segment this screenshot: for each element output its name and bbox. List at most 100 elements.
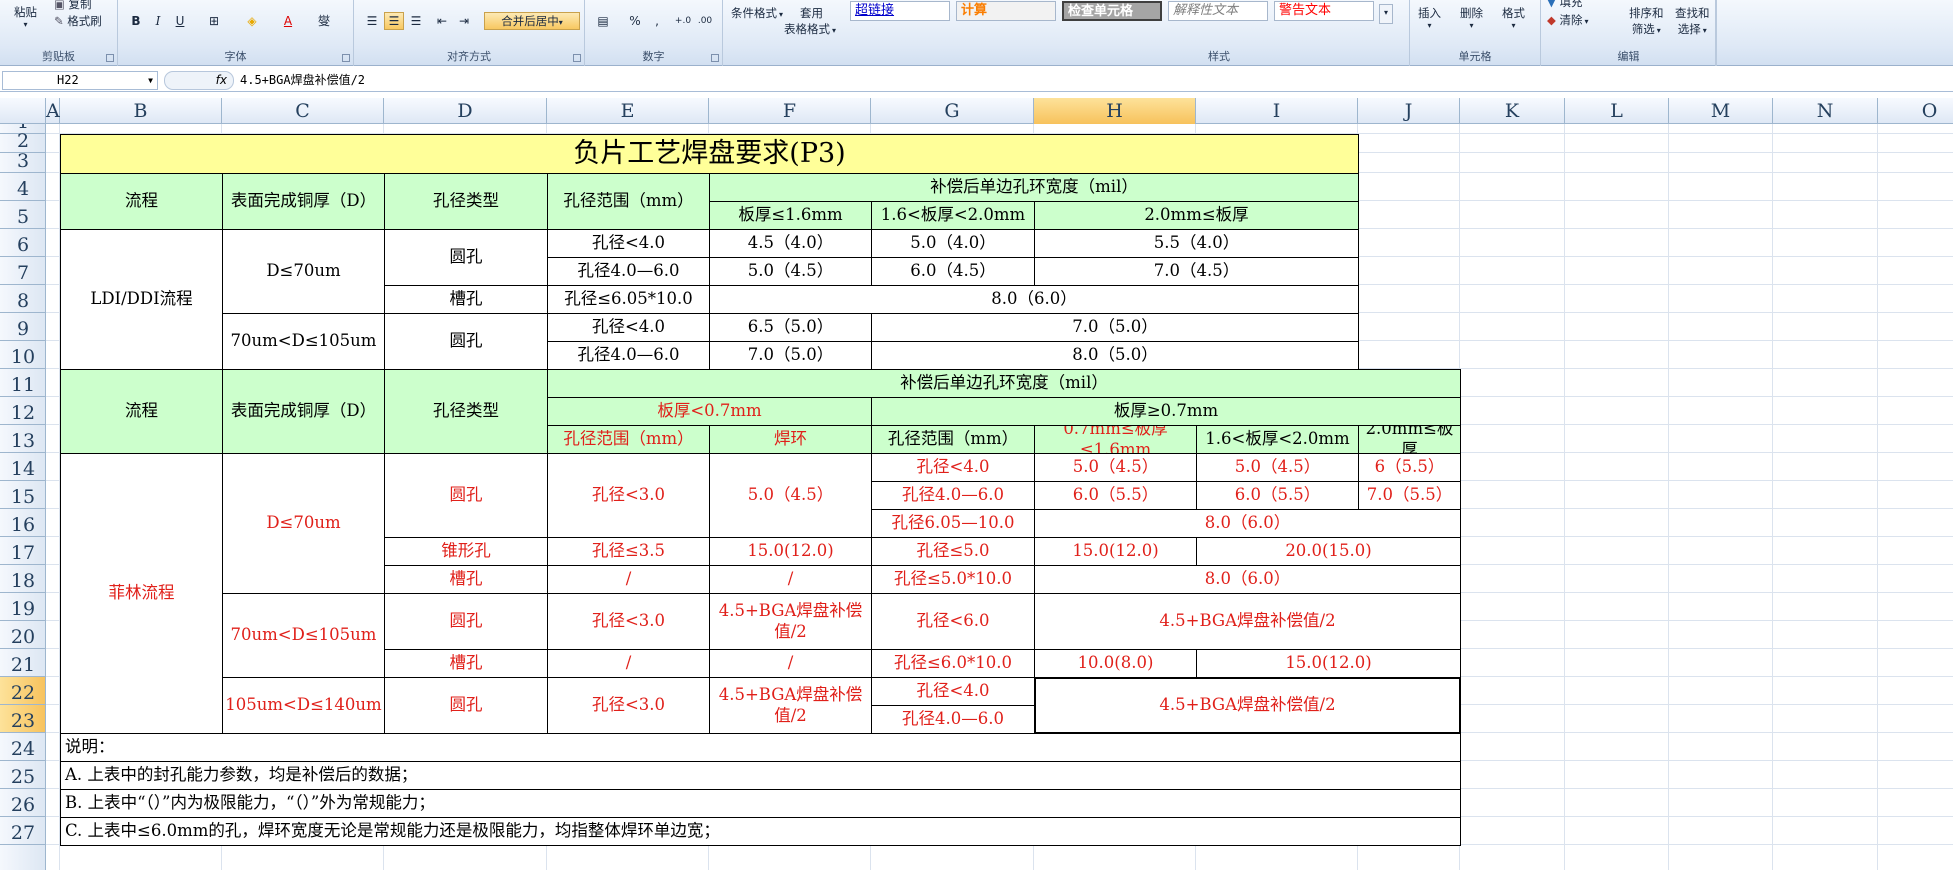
table-cell[interactable]: 6.5（5.0） (709, 313, 872, 342)
clipboard-dialog-launcher[interactable] (106, 54, 114, 62)
hole-cone[interactable]: 锥形孔 (384, 537, 548, 566)
table-cell[interactable]: 孔径≤3.5 (547, 537, 710, 566)
header-thickness-2[interactable]: 1.6<板厚<2.0mm (871, 201, 1035, 230)
flow-ldi[interactable]: LDI/DDI流程 (60, 229, 223, 370)
table-cell[interactable]: 8.0（6.0） (1034, 509, 1461, 538)
hole-round[interactable]: 圆孔 (384, 229, 548, 286)
header-pad[interactable]: 焊环 (709, 425, 872, 454)
column-header-m[interactable]: M (1669, 98, 1773, 124)
note-line[interactable]: C. 上表中≤6.0mm的孔，焊环宽度无论是常规能力还是极限能力，均指整体焊环单… (60, 817, 1461, 846)
column-header-j[interactable]: J (1358, 98, 1460, 124)
row-header-22[interactable]: 22 (0, 677, 45, 705)
row-header-12[interactable]: 12 (0, 397, 45, 425)
clear-button[interactable]: ◆ 清除 ▾ (1547, 12, 1589, 28)
row-header-6[interactable]: 6 (0, 229, 45, 257)
row-header-8[interactable]: 8 (0, 285, 45, 313)
underline-button[interactable]: U (170, 12, 190, 30)
header-hole-range[interactable]: 孔径范围（mm） (547, 173, 710, 230)
table-cell[interactable]: 5.5（4.0） (1034, 229, 1359, 258)
increase-decimal-button[interactable]: +.0 (673, 12, 693, 30)
column-header-g[interactable]: G (871, 98, 1034, 124)
table-cell[interactable]: 15.0(12.0) (1034, 537, 1197, 566)
row-header-5[interactable]: 5 (0, 201, 45, 229)
table-cell[interactable]: 4.5+BGA焊盘补偿值/2 (709, 677, 872, 734)
comma-button[interactable]: , (647, 12, 667, 30)
table-cell[interactable]: 孔径<3.0 (547, 677, 710, 734)
hole-round[interactable]: 圆孔 (384, 313, 548, 370)
column-header-n[interactable]: N (1773, 98, 1878, 124)
hole-slot[interactable]: 槽孔 (384, 649, 548, 678)
table-cell[interactable]: 孔径<4.0 (871, 453, 1035, 482)
paste-button[interactable]: 粘贴 ▾ (14, 4, 37, 29)
table-cell[interactable]: 4.5+BGA焊盘补偿值/2 (1034, 593, 1461, 650)
table-cell[interactable]: 5.0（4.5） (709, 257, 872, 286)
align-center-icon[interactable]: ☰ (384, 12, 404, 30)
row-header-21[interactable]: 21 (0, 649, 45, 677)
row-header-20[interactable]: 20 (0, 621, 45, 649)
accounting-format-button[interactable]: ▤ (593, 12, 613, 30)
copper-3[interactable]: 105um<D≤140um (222, 677, 385, 734)
styles-more-icon[interactable]: ▾ (1379, 4, 1393, 24)
italic-button[interactable]: I (148, 12, 168, 30)
column-header-c[interactable]: C (222, 98, 384, 124)
table-cell[interactable]: 8.0（5.0） (871, 341, 1359, 370)
table-cell[interactable]: 15.0(12.0) (1196, 649, 1461, 678)
table-cell[interactable]: 孔径4.0—6.0 (871, 705, 1035, 734)
column-header-o[interactable]: O (1878, 98, 1953, 124)
header-hole-range[interactable]: 孔径范围（mm） (871, 425, 1035, 454)
chevron-down-icon[interactable]: ▼ (148, 72, 153, 89)
style-warning-text[interactable]: 警告文本 (1274, 1, 1374, 21)
row-header-26[interactable]: 26 (0, 789, 45, 817)
decrease-decimal-button[interactable]: .00 (695, 12, 715, 30)
table-cell[interactable]: 孔径4.0—6.0 (547, 257, 710, 286)
header-thickness-1[interactable]: 0.7mm≤板厚≤1.6mm (1034, 425, 1197, 454)
table-cell[interactable]: 孔径<4.0 (871, 677, 1035, 706)
table-cell[interactable]: 7.0（5.5） (1358, 481, 1461, 510)
row-header-7[interactable]: 7 (0, 257, 45, 285)
fill-button[interactable]: ▼ 填充 (1547, 0, 1583, 10)
row-header-19[interactable]: 19 (0, 593, 45, 621)
percent-button[interactable]: % (625, 12, 645, 30)
table-cell[interactable]: 孔径<4.0 (547, 313, 710, 342)
delete-button[interactable]: 删除 ▾ (1460, 5, 1483, 30)
note-line[interactable]: B. 上表中“（）”内为极限能力，“（）”外为常规能力； (60, 789, 1461, 818)
column-header-e[interactable]: E (547, 98, 709, 124)
row-header-11[interactable]: 11 (0, 369, 45, 397)
fill-color-button[interactable]: ◈ (242, 12, 262, 30)
style-explanatory-text[interactable]: 解释性文本 (1168, 1, 1268, 21)
insert-function-button[interactable]: fx (164, 71, 234, 90)
hole-round[interactable]: 圆孔 (384, 677, 548, 734)
column-header-l[interactable]: L (1565, 98, 1669, 124)
decrease-indent-icon[interactable]: ⇤ (432, 12, 452, 30)
table-cell[interactable]: 10.0(8.0) (1034, 649, 1197, 678)
name-box[interactable]: H22 ▼ (2, 71, 158, 90)
table-cell[interactable]: 孔径≤5.0*10.0 (871, 565, 1035, 594)
table-cell[interactable]: / (709, 649, 872, 678)
column-header-f[interactable]: F (709, 98, 871, 124)
table-cell[interactable]: 5.0（4.5） (709, 453, 872, 538)
table-cell[interactable]: / (709, 565, 872, 594)
copy-button[interactable]: ▣ 复制 (54, 0, 92, 12)
header-flow[interactable]: 流程 (60, 173, 223, 230)
sort-filter-button[interactable]: 排序和 筛选 ▾ (1629, 5, 1664, 37)
row-header-3[interactable]: 3 (0, 150, 45, 173)
column-header-b[interactable]: B (60, 98, 222, 124)
note-line[interactable]: 说明： (60, 733, 1461, 762)
row-header-25[interactable]: 25 (0, 761, 45, 789)
note-line[interactable]: A. 上表中的封孔能力参数，均是补偿后的数据； (60, 761, 1461, 790)
border-button[interactable]: ⊞ (204, 12, 224, 30)
copper-2[interactable]: 70um<D≤105um (222, 313, 385, 370)
table-cell[interactable]: 孔径<3.0 (547, 593, 710, 650)
table-cell[interactable]: 8.0（6.0） (1034, 565, 1461, 594)
number-dialog-launcher[interactable] (711, 54, 719, 62)
table-cell[interactable]: / (547, 565, 710, 594)
table-cell[interactable]: 孔径≤6.0*10.0 (871, 649, 1035, 678)
style-check-cell[interactable]: 检查单元格 (1062, 1, 1162, 21)
table-cell[interactable]: 4.5+BGA焊盘补偿值/2 (709, 593, 872, 650)
phonetic-button[interactable]: 燮 (314, 12, 334, 30)
merge-center-button[interactable]: 合并后居中▾ (484, 12, 580, 30)
column-header-a[interactable]: A (46, 98, 60, 124)
hole-slot[interactable]: 槽孔 (384, 285, 548, 314)
header-thickness-1[interactable]: 板厚≤1.6mm (709, 201, 872, 230)
table-cell[interactable]: 7.0（5.0） (709, 341, 872, 370)
